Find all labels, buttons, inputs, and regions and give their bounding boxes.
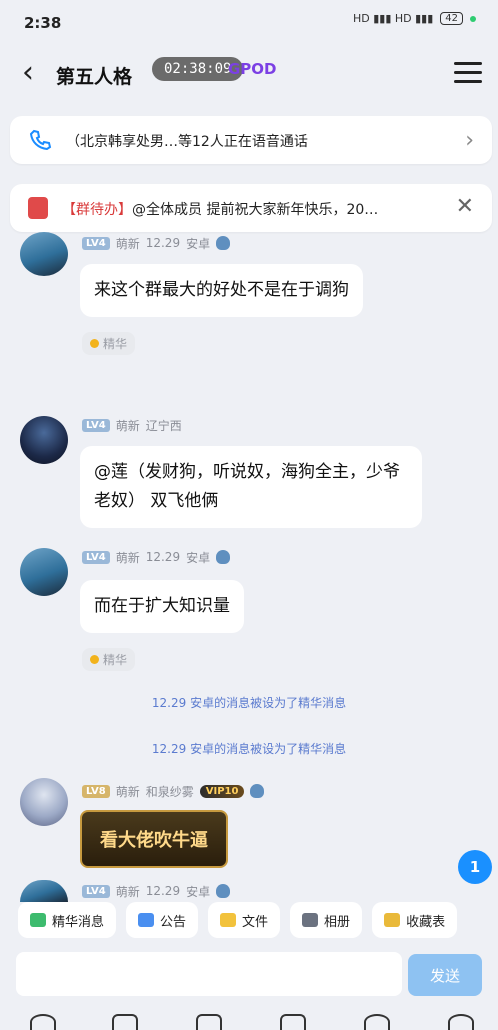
- bookmark-icon: [384, 913, 401, 927]
- avatar[interactable]: [20, 232, 68, 276]
- level-badge: LV4: [82, 418, 110, 432]
- essence-icon: [90, 655, 99, 664]
- message-region: 辽宁西: [145, 418, 182, 433]
- signal-icon: HD ▮▮▮ HD ▮▮▮: [352, 12, 434, 25]
- rank-label: 萌新: [115, 418, 140, 433]
- essence-tag: 精华: [82, 648, 136, 671]
- system-note: 12.29 安卓的消息被设为了精华消息: [151, 696, 347, 710]
- message-meta: LV8 萌新 和泉纱雾 VIP10: [82, 782, 265, 800]
- status-time: 2:38: [24, 14, 62, 32]
- close-icon[interactable]: ✕: [456, 194, 474, 219]
- input-row: 发送: [0, 946, 498, 1006]
- message-region: 安卓: [186, 236, 211, 251]
- chevron-right-icon: ›: [465, 128, 474, 153]
- avatar[interactable]: [20, 880, 68, 902]
- group-title[interactable]: 第五人格: [56, 62, 132, 89]
- level-badge: LV4: [82, 884, 110, 898]
- vip-badge: VIP10: [199, 784, 245, 798]
- toolbar-album[interactable]: 相册: [290, 902, 363, 938]
- folder-icon: [220, 913, 237, 927]
- message-time: 12.29: [145, 236, 181, 250]
- voice-icon[interactable]: [30, 1014, 56, 1030]
- toolbar-essence[interactable]: 精华消息: [18, 902, 117, 938]
- toolbar-favorites[interactable]: 收藏表: [372, 902, 458, 938]
- message-bubble[interactable]: 而在于扩大知识量: [80, 580, 244, 633]
- status-icons: HD ▮▮▮ HD ▮▮▮ 42: [353, 12, 476, 25]
- rank-label: 萌新: [115, 884, 140, 899]
- new-message-badge[interactable]: 1: [458, 850, 492, 884]
- more-icon[interactable]: [448, 1014, 474, 1030]
- message-bubble[interactable]: @莲（发财狗，听说奴，海狗全主，少爷老奴） 双飞他俩: [80, 446, 422, 528]
- sender-name: 和泉纱雾: [145, 784, 194, 799]
- avatar[interactable]: [20, 548, 68, 596]
- gift-icon: [28, 197, 48, 219]
- message-meta: LV4 萌新 12.29 安卓: [82, 234, 231, 252]
- message-time: 12.29: [145, 884, 181, 898]
- back-arrow-icon: ‹: [22, 54, 34, 90]
- toolbar-files[interactable]: 文件: [208, 902, 281, 938]
- message-region: 安卓: [186, 884, 211, 899]
- rank-label: 萌新: [115, 236, 140, 251]
- battery-icon: 42: [440, 12, 463, 25]
- level-badge: LV4: [82, 550, 110, 564]
- level-badge: LV4: [82, 236, 110, 250]
- emoji-icon[interactable]: [364, 1014, 390, 1030]
- status-bar: 2:38 HD ▮▮▮ HD ▮▮▮ 42: [0, 0, 498, 44]
- rank-label: 萌新: [115, 784, 140, 799]
- bottom-icon-row: [0, 1008, 498, 1030]
- message-time: 12.29: [145, 550, 181, 564]
- message-meta: LV4 萌新 辽宁西: [82, 416, 182, 434]
- rank-label: 萌新: [115, 550, 140, 565]
- avatar[interactable]: [20, 778, 68, 826]
- shield-icon: [216, 884, 231, 898]
- group-todo-banner[interactable]: 【群待办】@全体成员 提前祝大家新年快乐，20… ✕: [10, 184, 492, 232]
- voice-call-banner[interactable]: （北京韩享处男…等12人正在语音通话 ›: [10, 116, 492, 164]
- send-button[interactable]: 发送: [408, 954, 482, 996]
- avatar[interactable]: [20, 416, 68, 464]
- chat-header: ‹ 第五人格 02:38:09 GPOD: [0, 44, 498, 102]
- shield-icon: [250, 784, 265, 798]
- group-tag: GPOD: [228, 60, 277, 78]
- essence-tag: 精华: [82, 332, 136, 355]
- message-bubble[interactable]: 来这个群最大的好处不是在于调狗: [80, 264, 363, 317]
- image-icon[interactable]: [112, 1014, 138, 1030]
- red-packet-icon[interactable]: [280, 1014, 306, 1030]
- system-note: 12.29 安卓的消息被设为了精华消息: [151, 742, 347, 756]
- camera-icon[interactable]: [196, 1014, 222, 1030]
- sticker-message[interactable]: 看大佬吹牛逼: [80, 810, 228, 868]
- back-button[interactable]: ‹: [12, 54, 44, 90]
- todo-text: @全体成员 提前祝大家新年快乐，20…: [132, 202, 379, 218]
- message-region: 安卓: [186, 550, 211, 565]
- todo-tag: 【群待办】: [62, 202, 132, 218]
- toolbar-announcement[interactable]: 公告: [126, 902, 199, 938]
- announcement-icon: [138, 913, 155, 927]
- message-meta: LV4 萌新 12.29 安卓: [82, 882, 231, 900]
- privacy-dot-icon: [470, 15, 476, 22]
- message-input[interactable]: [16, 952, 402, 996]
- phone-icon: [29, 129, 52, 151]
- album-icon: [302, 913, 319, 927]
- voice-call-text: （北京韩享处男…等12人正在语音通话: [66, 134, 308, 150]
- menu-button[interactable]: [452, 56, 484, 88]
- essence-icon: [90, 339, 99, 348]
- message-meta: LV4 萌新 12.29 安卓: [82, 548, 231, 566]
- quick-toolbar: 精华消息 公告 文件 相册 收藏表: [0, 902, 498, 946]
- shield-icon: [216, 236, 231, 250]
- level-badge: LV8: [82, 784, 110, 798]
- flag-icon: [30, 913, 46, 927]
- shield-icon: [216, 550, 231, 564]
